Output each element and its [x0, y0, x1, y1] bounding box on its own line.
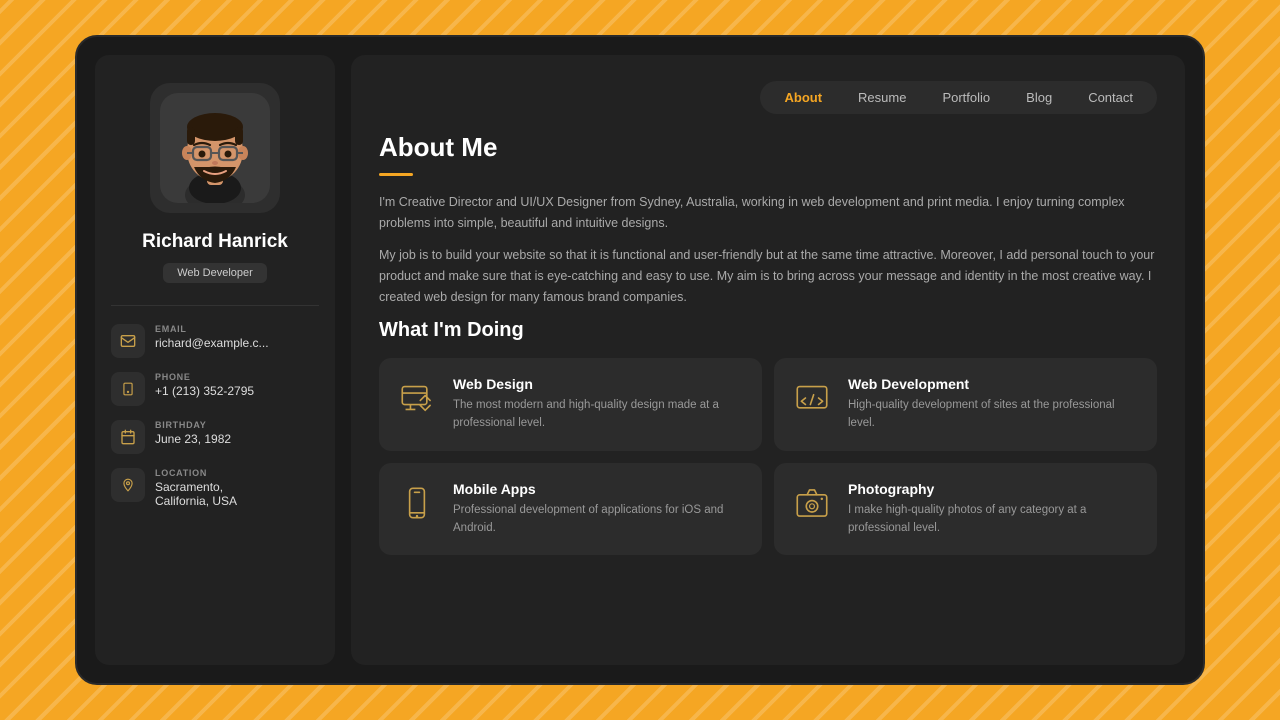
- phone-value: +1 (213) 352-2795: [155, 384, 254, 398]
- title-underline: [379, 173, 413, 176]
- service-mobile-title: Mobile Apps: [453, 481, 746, 497]
- photography-icon: [790, 481, 834, 525]
- services-title: What I'm Doing: [379, 319, 1157, 342]
- mobile-icon: [395, 481, 439, 525]
- avatar: [150, 83, 280, 213]
- about-para1: I'm Creative Director and UI/UX Designer…: [379, 192, 1157, 233]
- location-icon: [111, 468, 145, 502]
- service-photography: Photography I make high-quality photos o…: [774, 463, 1157, 556]
- about-para2: My job is to build your website so that …: [379, 245, 1157, 307]
- info-list: EMAIL richard@example.c... PHONE +1 (213…: [111, 324, 319, 508]
- profile-name: Richard Hanrick: [142, 231, 288, 253]
- service-web-design-title: Web Design: [453, 376, 746, 392]
- service-web-dev-title: Web Development: [848, 376, 1141, 392]
- birthday-info: BIRTHDAY June 23, 1982: [111, 420, 319, 454]
- phone-label: PHONE: [155, 372, 254, 382]
- service-mobile: Mobile Apps Professional development of …: [379, 463, 762, 556]
- service-photography-desc: I make high-quality photos of any catego…: [848, 502, 1141, 538]
- email-value: richard@example.c...: [155, 336, 269, 350]
- top-nav: About Resume Portfolio Blog Contact: [379, 81, 1157, 114]
- birthday-value: June 23, 1982: [155, 432, 231, 446]
- profile-badge: Web Developer: [163, 263, 267, 283]
- web-dev-icon: [790, 376, 834, 420]
- email-info: EMAIL richard@example.c...: [111, 324, 319, 358]
- phone-info: PHONE +1 (213) 352-2795: [111, 372, 319, 406]
- phone-icon: [111, 372, 145, 406]
- service-web-design-desc: The most modern and high-quality design …: [453, 397, 746, 433]
- main-content: About Resume Portfolio Blog Contact Abou…: [351, 55, 1185, 665]
- tab-portfolio[interactable]: Portfolio: [924, 85, 1008, 110]
- web-design-icon: [395, 376, 439, 420]
- tab-contact[interactable]: Contact: [1070, 85, 1151, 110]
- nav-tabs: About Resume Portfolio Blog Contact: [760, 81, 1157, 114]
- birthday-icon: [111, 420, 145, 454]
- birthday-label: BIRTHDAY: [155, 420, 231, 430]
- location-label: LOCATION: [155, 468, 237, 478]
- portfolio-card: Richard Hanrick Web Developer EMAIL rich…: [75, 35, 1205, 685]
- about-title: About Me: [379, 132, 1157, 163]
- sidebar-divider: [111, 305, 319, 306]
- email-icon: [111, 324, 145, 358]
- location-value: Sacramento,California, USA: [155, 480, 237, 508]
- service-web-design: Web Design The most modern and high-qual…: [379, 358, 762, 451]
- tab-resume[interactable]: Resume: [840, 85, 924, 110]
- sidebar: Richard Hanrick Web Developer EMAIL rich…: [95, 55, 335, 665]
- location-info: LOCATION Sacramento,California, USA: [111, 468, 319, 508]
- service-photography-title: Photography: [848, 481, 1141, 497]
- email-label: EMAIL: [155, 324, 269, 334]
- tab-about[interactable]: About: [766, 85, 840, 110]
- service-mobile-desc: Professional development of applications…: [453, 502, 746, 538]
- services-grid: Web Design The most modern and high-qual…: [379, 358, 1157, 555]
- service-web-dev-desc: High-quality development of sites at the…: [848, 397, 1141, 433]
- tab-blog[interactable]: Blog: [1008, 85, 1070, 110]
- service-web-dev: Web Development High-quality development…: [774, 358, 1157, 451]
